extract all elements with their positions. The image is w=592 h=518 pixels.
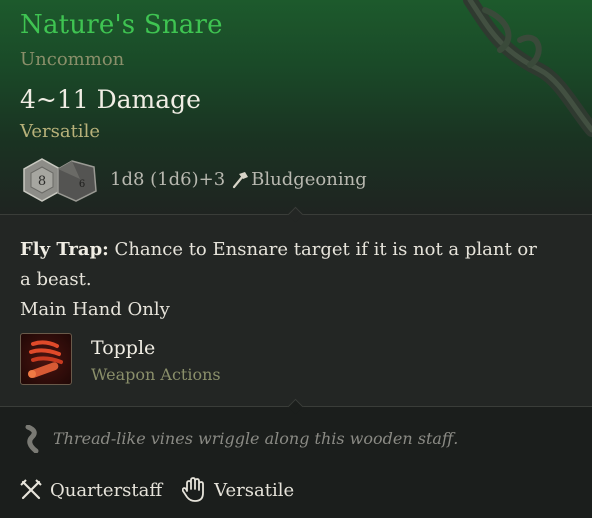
tag-versatile: Versatile <box>182 477 294 503</box>
hammer-icon <box>233 171 249 188</box>
crossed-staff-icon <box>20 479 42 500</box>
hand-restriction: Main Hand Only <box>20 299 170 320</box>
passive-description: Fly Trap: Chance to Ensnare target if it… <box>20 235 540 295</box>
weapon-tags: Quarterstaff Versatile <box>20 477 314 503</box>
properties-section: Fly Trap: Chance to Ensnare target if it… <box>0 206 592 407</box>
die2-value: 6 <box>79 179 85 190</box>
item-tooltip: Nature's Snare Uncommon 4~11 Damage Vers… <box>0 0 592 518</box>
topple-glyph <box>28 340 63 378</box>
tag-label: Quarterstaff <box>50 479 163 501</box>
dice-icon: 8 6 <box>23 158 97 202</box>
flavor-text: Thread-like vines wriggle along this woo… <box>53 429 459 448</box>
staff-artwork <box>463 0 592 137</box>
tag-label: Versatile <box>214 479 295 501</box>
damage-type: Bludgeoning <box>251 169 367 190</box>
footer-section: Thread-like vines wriggle along this woo… <box>0 398 592 518</box>
die1-value: 8 <box>38 174 46 189</box>
scroll-icon <box>25 425 39 453</box>
action-type: Weapon Actions <box>91 365 221 384</box>
tooltip-header: Nature's Snare Uncommon 4~11 Damage Vers… <box>0 0 592 214</box>
item-rarity: Uncommon <box>20 49 125 70</box>
topple-icon[interactable] <box>20 333 72 385</box>
action-name: Topple <box>91 337 156 359</box>
dice-formula: 1d8 (1d6)+3 <box>110 169 226 190</box>
item-property: Versatile <box>20 121 100 142</box>
damage-dice: 1d8 (1d6)+3 Bludgeoning <box>110 169 367 190</box>
passive-name: Fly Trap: <box>20 239 109 260</box>
tag-quarterstaff: Quarterstaff <box>20 479 162 501</box>
damage-range: 4~11 Damage <box>20 85 201 114</box>
item-name: Nature's Snare <box>20 10 223 40</box>
hand-icon <box>182 477 205 502</box>
